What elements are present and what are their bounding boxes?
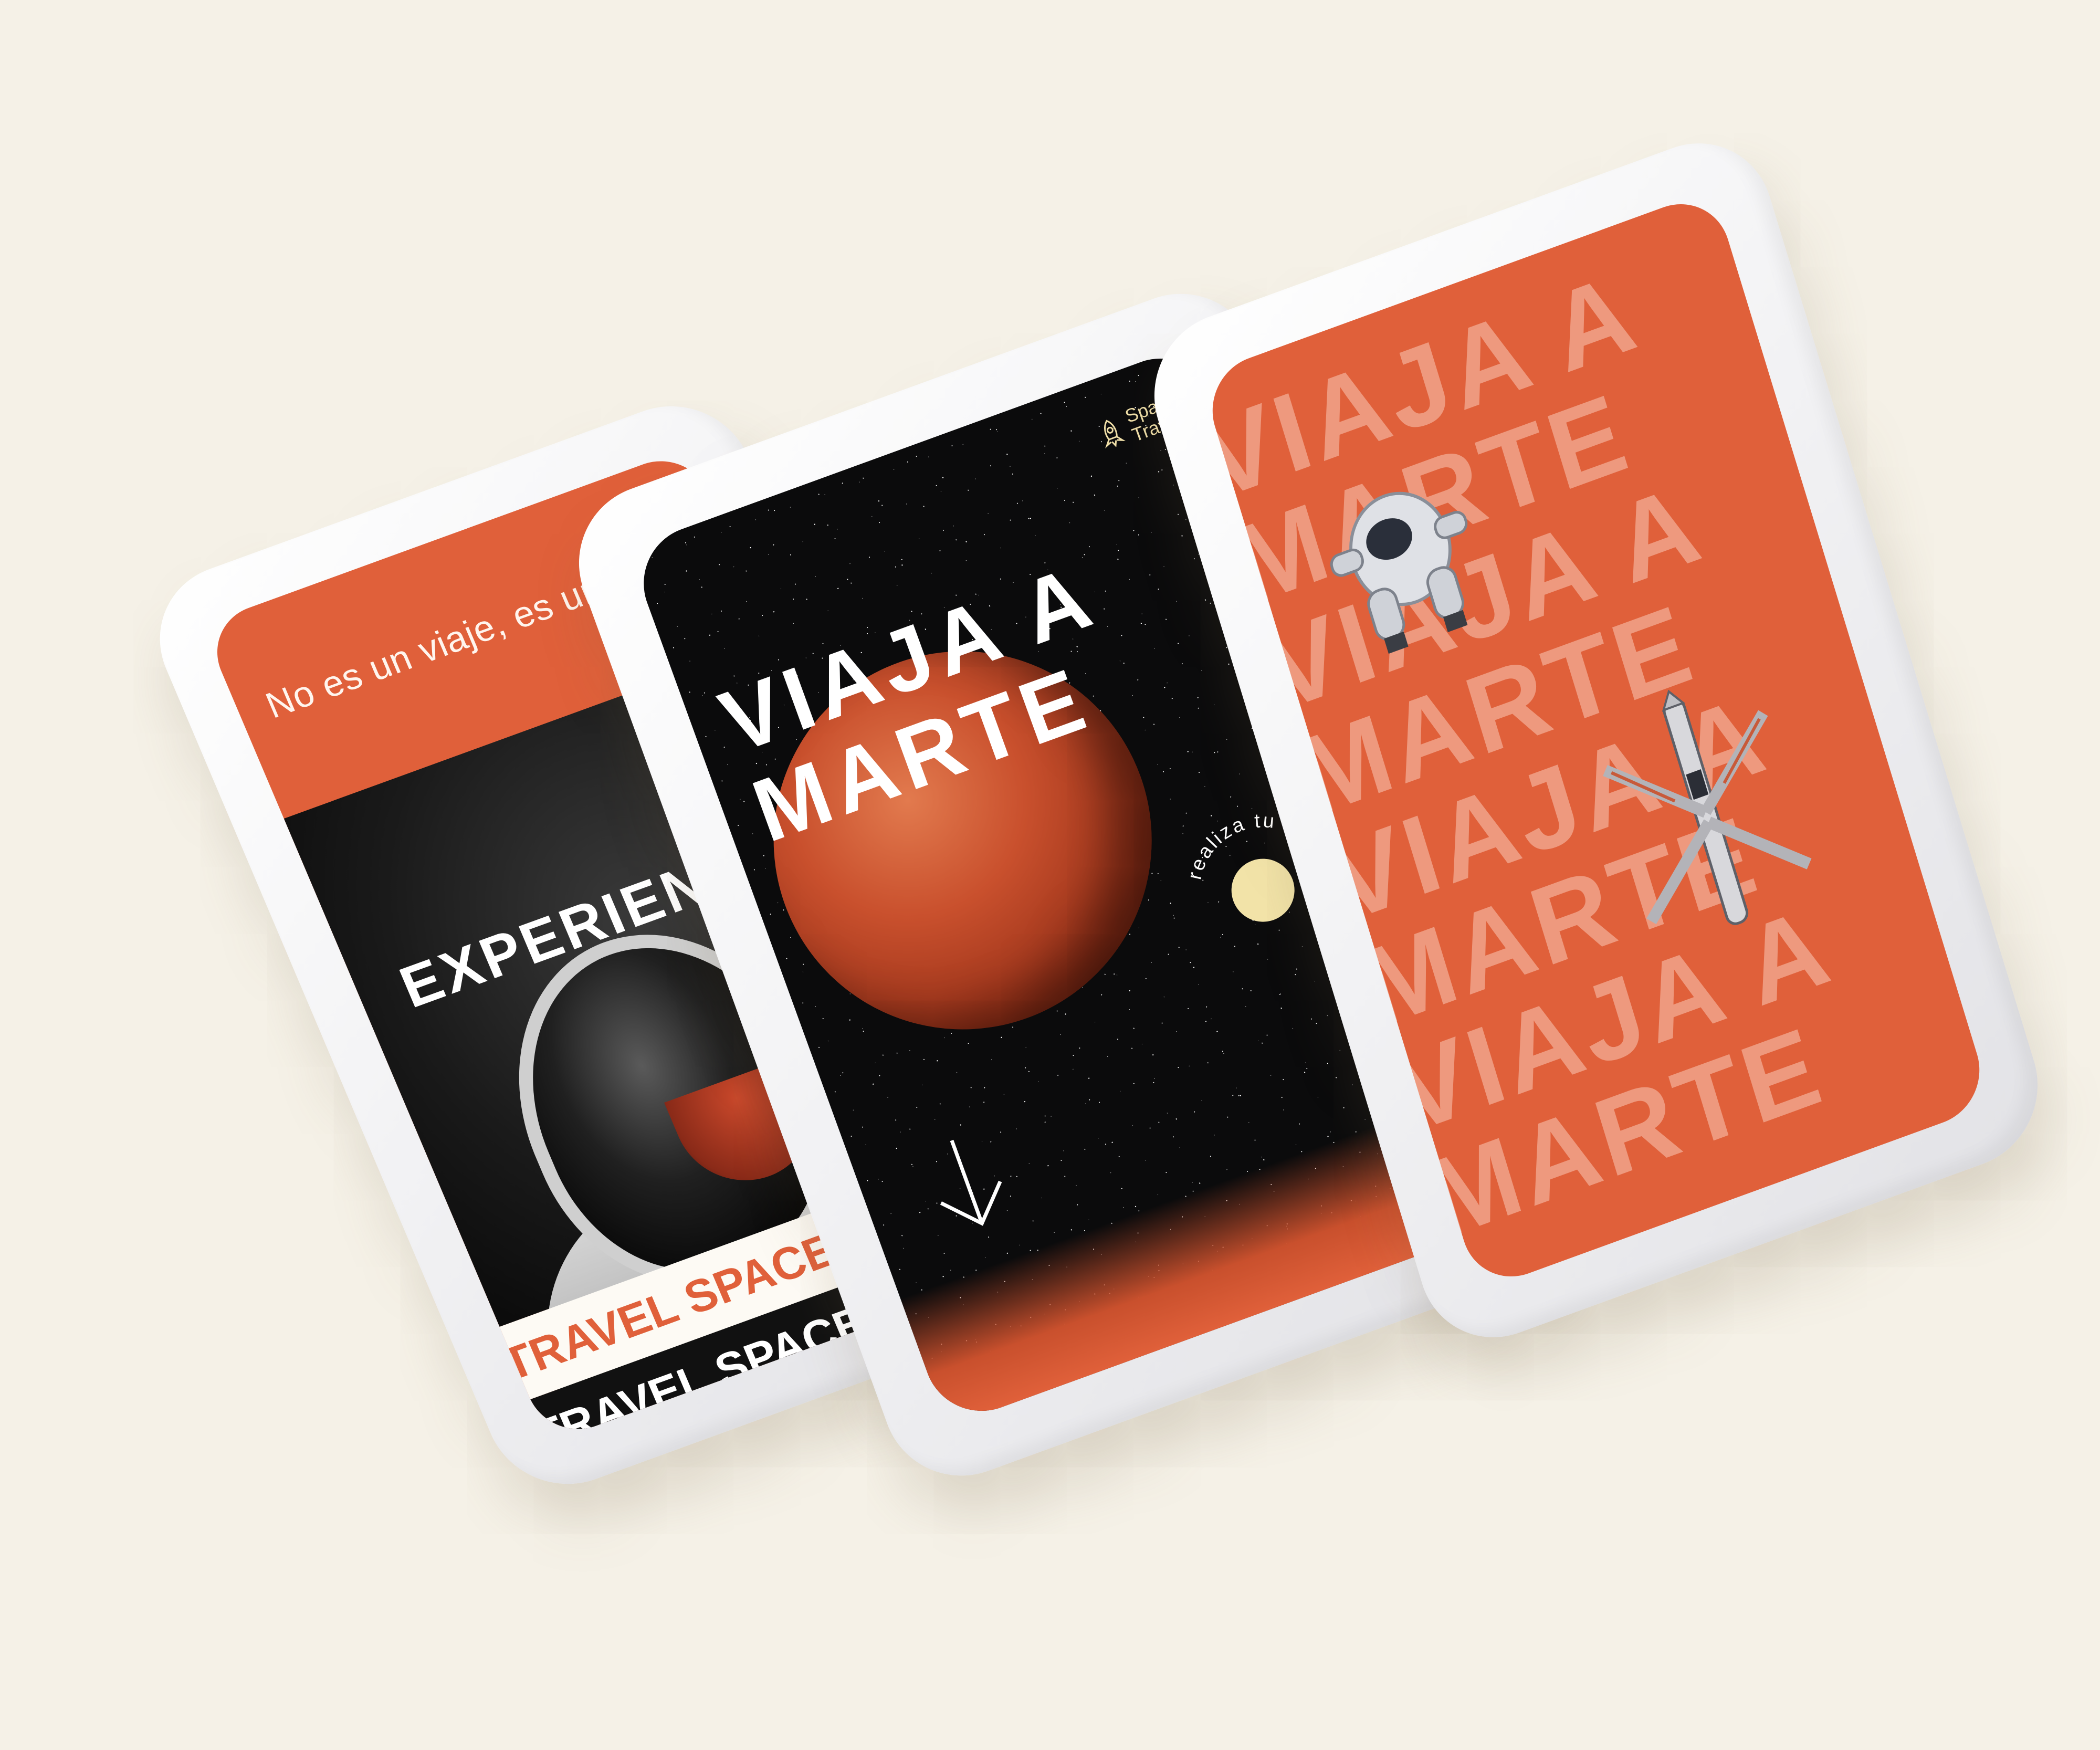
rocket-icon <box>1104 420 1126 449</box>
arrow-down-right-icon[interactable] <box>908 1120 1026 1245</box>
